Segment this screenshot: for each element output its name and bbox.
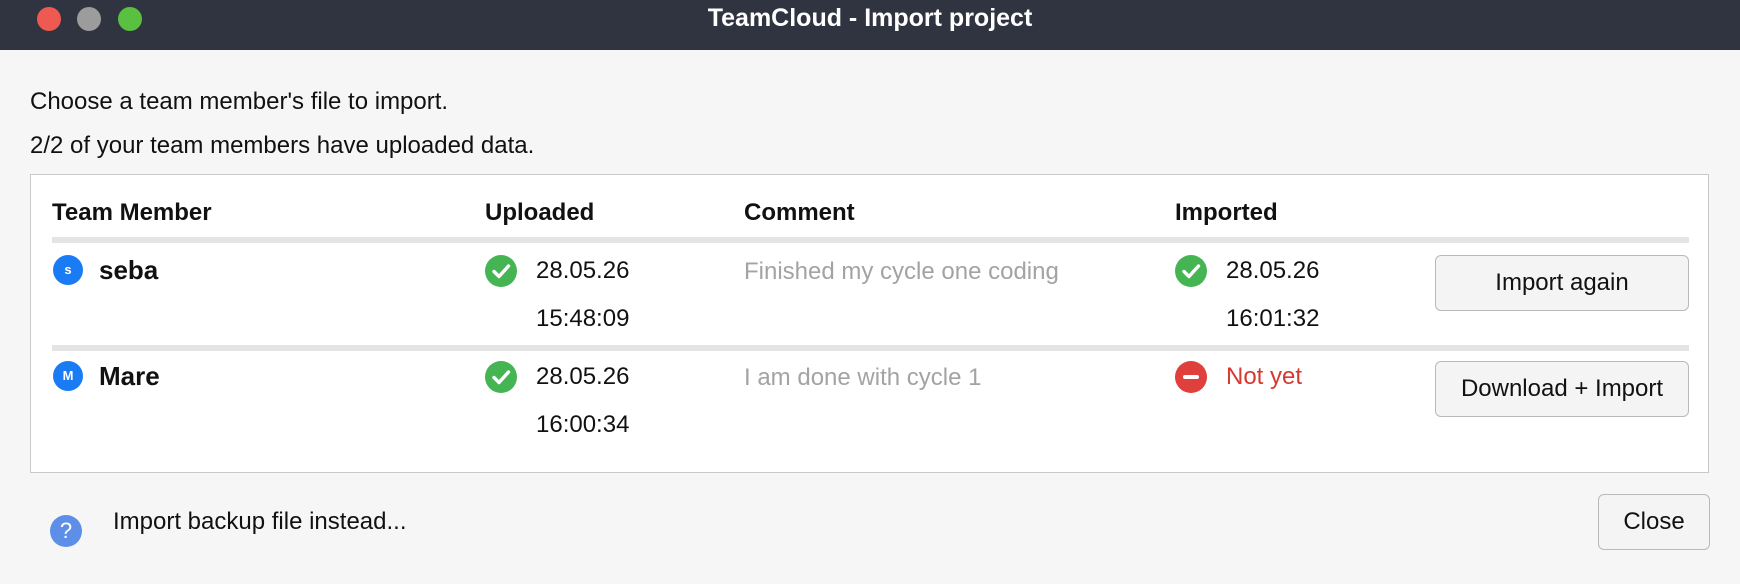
upload-summary-text: 2/2 of your team members have uploaded d…: [30, 132, 535, 159]
uploaded-date: 28.05.26: [536, 363, 630, 390]
check-icon: [1175, 255, 1207, 287]
import-again-button[interactable]: Import again: [1435, 255, 1689, 311]
avatar: M: [53, 361, 83, 391]
member-name: Mare: [99, 361, 160, 391]
download-import-button[interactable]: Download + Import: [1435, 361, 1689, 417]
title-bar: TeamCloud - Import project: [0, 0, 1740, 50]
close-button[interactable]: Close: [1598, 494, 1710, 550]
imported-time: 16:01:32: [1226, 305, 1320, 332]
uploaded-date: 28.05.26: [536, 257, 630, 284]
uploaded-time: 15:48:09: [536, 305, 630, 332]
header-divider: [52, 237, 1689, 243]
imported-date: 28.05.26: [1226, 257, 1320, 284]
not-yet-status: Not yet: [1226, 363, 1303, 390]
window-title: TeamCloud - Import project: [707, 4, 1033, 32]
uploaded-time: 16:00:34: [536, 411, 630, 438]
comment-text: I am done with cycle 1: [744, 364, 982, 391]
row-divider: [52, 345, 1689, 351]
instruction-text: Choose a team member's file to import.: [30, 88, 449, 115]
header-imported: Imported: [1175, 199, 1278, 226]
import-backup-link[interactable]: Import backup file instead...: [113, 508, 406, 536]
comment-text: Finished my cycle one coding: [744, 258, 1059, 285]
header-comment: Comment: [744, 199, 855, 226]
help-icon[interactable]: ?: [50, 515, 82, 547]
minus-icon: [1175, 361, 1207, 393]
member-name: seba: [99, 255, 159, 285]
header-team-member: Team Member: [52, 199, 212, 226]
team-member-table: Team Member Uploaded Comment Imported s …: [30, 174, 1709, 473]
check-icon: [485, 255, 517, 287]
avatar: s: [53, 255, 83, 285]
header-uploaded: Uploaded: [485, 199, 595, 226]
check-icon: [485, 361, 517, 393]
